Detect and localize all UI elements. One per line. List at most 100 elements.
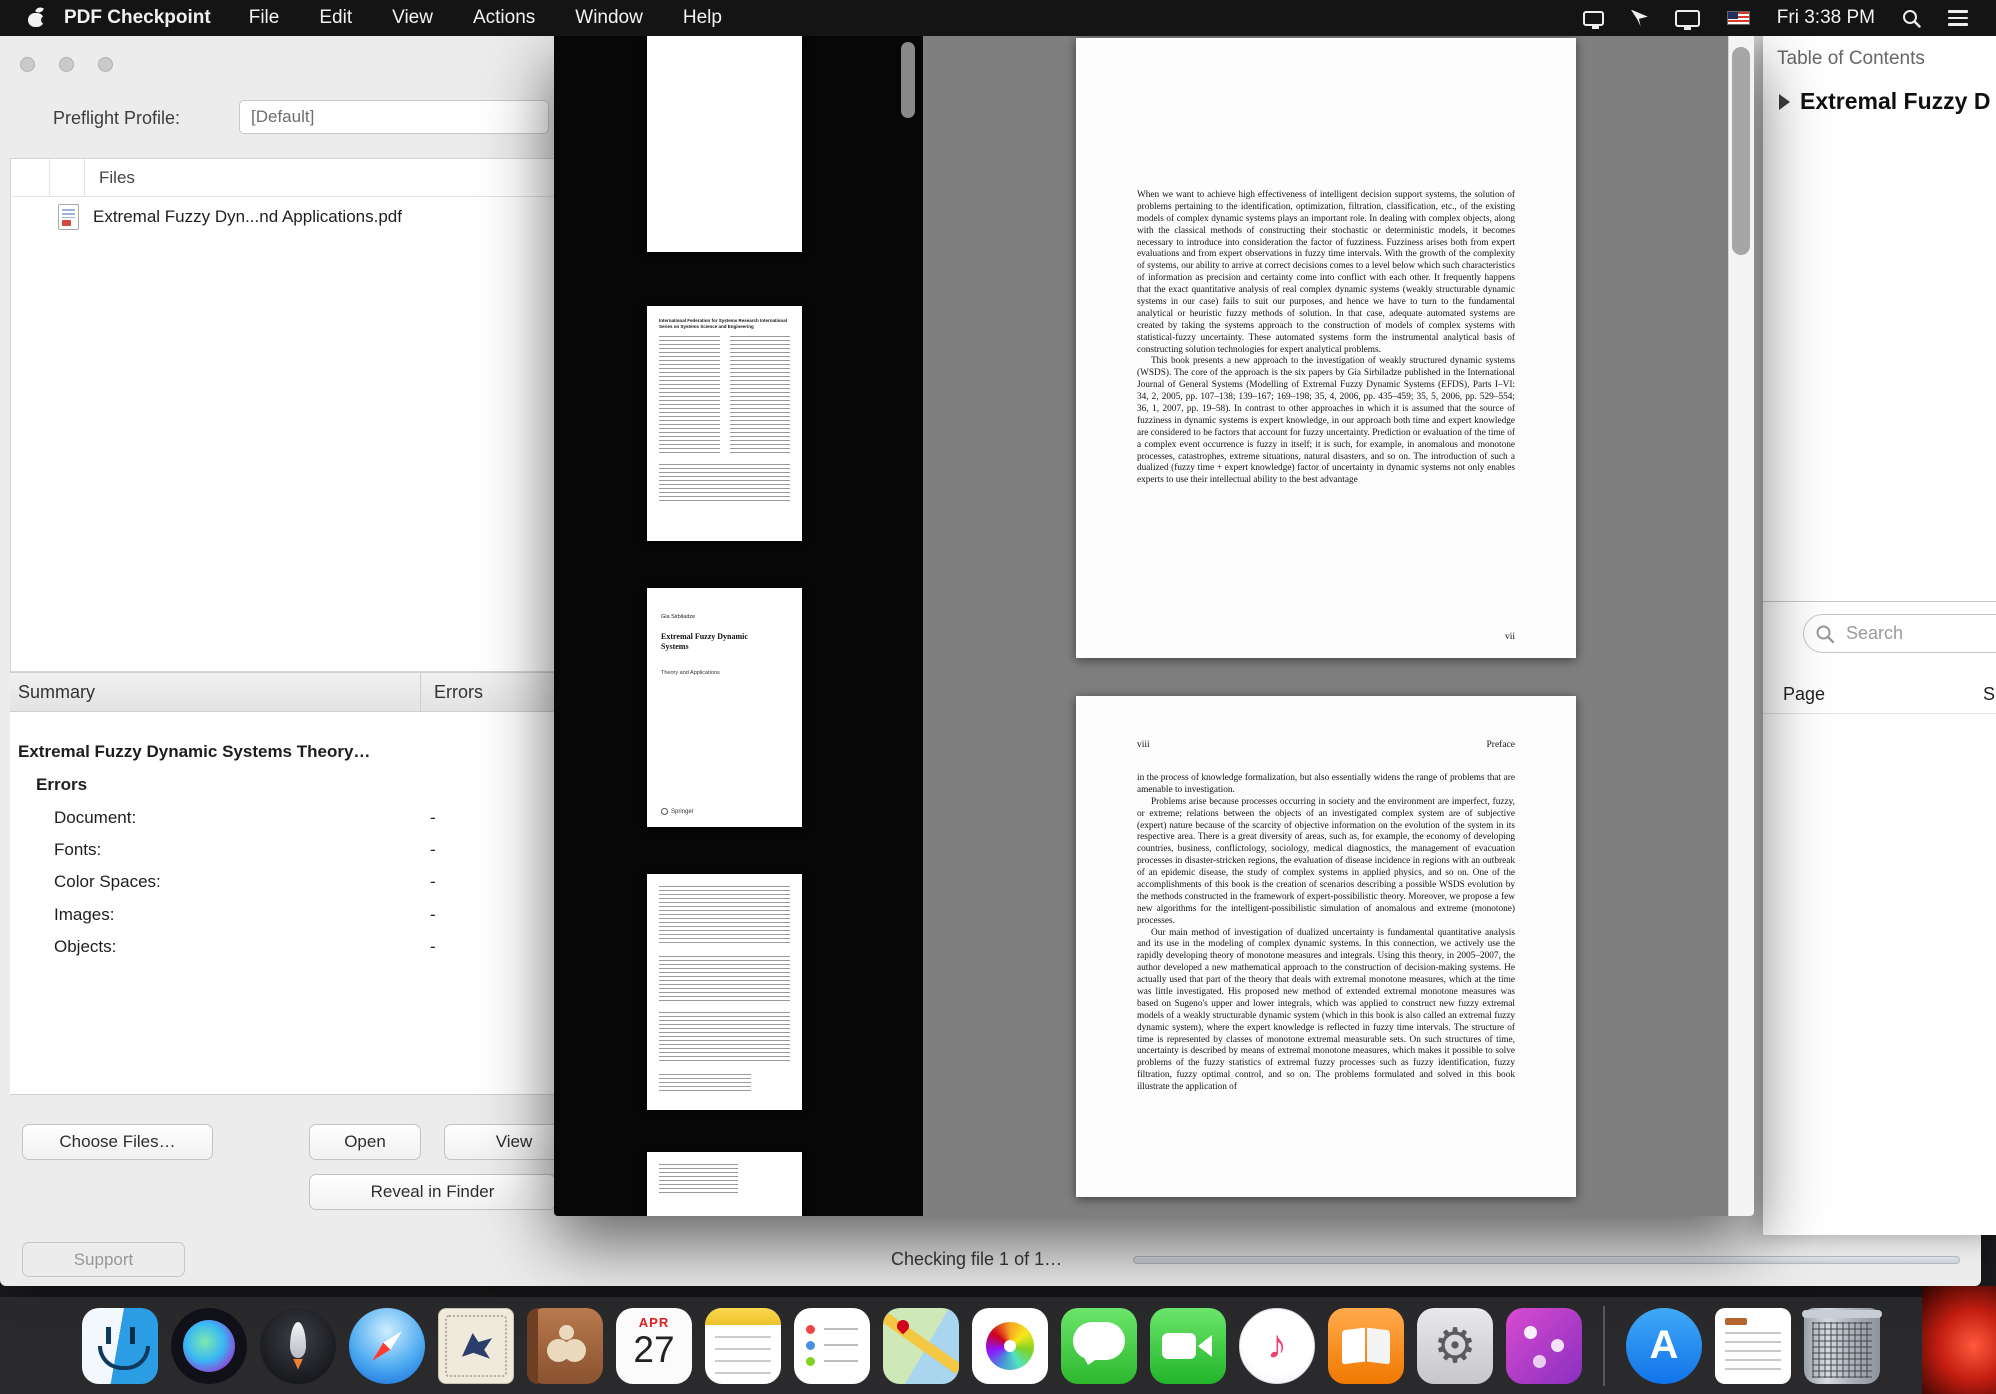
menu-view[interactable]: View <box>372 0 453 36</box>
close-button[interactable] <box>20 57 35 72</box>
error-row-value: - <box>430 937 436 957</box>
menu-app-name[interactable]: PDF Checkpoint <box>46 0 229 36</box>
table-of-contents-panel: Table of Contents Extremal Fuzzy D Page … <box>1763 36 1996 1235</box>
pdf-paragraph: in the process of knowledge formalizatio… <box>1137 773 1515 797</box>
menu-file[interactable]: File <box>229 0 300 36</box>
thumb-subtitle: Theory and Applications <box>661 670 720 676</box>
summary-doc-title: Extremal Fuzzy Dynamic Systems Theory… <box>18 742 370 762</box>
menu-window[interactable]: Window <box>555 0 663 36</box>
pdf-paragraph: Problems arise because processes occurri… <box>1137 797 1515 928</box>
pdf-paragraph: When we want to achieve high effectivene… <box>1137 190 1515 356</box>
files-column-header[interactable]: Files <box>99 159 135 197</box>
pdf-thumbnail-title-page[interactable]: Gia Sirbiladze Extremal Fuzzy Dynamic Sy… <box>647 588 802 827</box>
calendar-dock-icon[interactable]: APR 27 <box>616 1308 692 1384</box>
pdf-file-icon <box>58 204 79 230</box>
section-column-header[interactable]: S <box>1983 674 1995 714</box>
pdf-checkpoint-dock-icon[interactable] <box>1506 1308 1582 1384</box>
thumb-title: Extremal Fuzzy Dynamic Systems <box>661 632 771 652</box>
siri-dock-icon[interactable] <box>171 1308 247 1384</box>
running-head-page-number: viii <box>1137 740 1150 750</box>
publisher-logo-icon <box>661 808 668 815</box>
error-row-label: Images: <box>54 905 114 925</box>
app-store-dock-icon[interactable]: A <box>1626 1308 1702 1384</box>
location-arrow-icon[interactable] <box>1631 10 1648 27</box>
thumb-author: Gia Sirbiladze <box>661 614 695 620</box>
error-row-label: Color Spaces: <box>54 872 161 892</box>
airplay-icon[interactable] <box>1583 11 1604 26</box>
open-button[interactable]: Open <box>309 1124 421 1160</box>
apple-menu-icon[interactable] <box>26 7 46 29</box>
thumbnail-scrollbar[interactable] <box>901 42 915 118</box>
minimize-button[interactable] <box>59 57 74 72</box>
errors-column-header[interactable]: Errors <box>434 673 483 711</box>
error-row-label: Objects: <box>54 937 116 957</box>
app-store-glyph: A <box>1626 1308 1702 1384</box>
toc-item[interactable]: Extremal Fuzzy D <box>1779 88 1990 115</box>
desktop-wallpaper-fragment <box>1922 1286 1996 1394</box>
trash-dock-icon[interactable] <box>1804 1308 1880 1384</box>
calendar-month: APR <box>616 1315 692 1330</box>
menu-help[interactable]: Help <box>663 0 742 36</box>
choose-files-button[interactable]: Choose Files… <box>22 1124 213 1160</box>
spotlight-search-icon[interactable] <box>1902 9 1921 28</box>
photos-dock-icon[interactable] <box>972 1308 1048 1384</box>
thumb-series-line1: International Federation for Systems Res… <box>659 318 790 324</box>
preflight-profile-select[interactable]: [Default] <box>239 100 549 134</box>
notification-center-icon[interactable] <box>1948 6 1968 30</box>
error-row-label: Fonts: <box>54 840 101 860</box>
thumb-series-line2: Series on Systems Science and Engineerin… <box>659 324 790 330</box>
system-preferences-dock-icon[interactable]: ⚙ <box>1417 1308 1493 1384</box>
mail-dock-icon[interactable] <box>438 1308 514 1384</box>
finder-dock-icon[interactable] <box>82 1308 158 1384</box>
pdf-page-vii: When we want to achieve high effectivene… <box>1076 38 1576 658</box>
keyboard-flag-icon[interactable] <box>1727 11 1750 25</box>
divider <box>1763 601 1996 602</box>
pdf-thumbnail-partial[interactable] <box>647 1152 802 1216</box>
menu-bar: PDF Checkpoint File Edit View Actions Wi… <box>0 0 1996 36</box>
facetime-dock-icon[interactable] <box>1150 1308 1226 1384</box>
maps-dock-icon[interactable] <box>883 1308 959 1384</box>
gear-glyph: ⚙ <box>1417 1308 1493 1384</box>
ibooks-dock-icon[interactable] <box>1328 1308 1404 1384</box>
pdf-thumbnail-copyright-page[interactable] <box>647 874 802 1110</box>
pdf-thumbnail-series-page[interactable]: International Federation for Systems Res… <box>647 306 802 541</box>
error-row-value: - <box>430 808 436 828</box>
error-row-value: - <box>430 905 436 925</box>
music-note-glyph: ♪ <box>1240 1309 1314 1383</box>
pdf-page-viii: viii Preface in the process of knowledge… <box>1076 696 1576 1197</box>
itunes-dock-icon[interactable]: ♪ <box>1239 1308 1315 1384</box>
messages-dock-icon[interactable] <box>1061 1308 1137 1384</box>
page-column-header[interactable]: Page <box>1783 674 1825 714</box>
toc-item-label: Extremal Fuzzy D <box>1800 88 1990 115</box>
toc-search-input[interactable] <box>1803 614 1996 653</box>
status-text: Checking file 1 of 1… <box>891 1249 1062 1270</box>
summary-column-header[interactable]: Summary <box>18 673 95 711</box>
support-button[interactable]: Support <box>22 1242 185 1277</box>
safari-dock-icon[interactable] <box>349 1308 425 1384</box>
page-scrollbar-thumb[interactable] <box>1732 47 1750 255</box>
toc-results-header: Page S <box>1763 674 1996 714</box>
menu-actions[interactable]: Actions <box>453 0 555 36</box>
menu-bar-clock[interactable]: Fri 3:38 PM <box>1777 7 1875 29</box>
error-row-label: Document: <box>54 808 136 828</box>
page-scrollbar-track[interactable] <box>1728 36 1754 1216</box>
dock-separator <box>1603 1306 1605 1386</box>
reminders-dock-icon[interactable] <box>794 1308 870 1384</box>
contacts-dock-icon[interactable] <box>527 1308 603 1384</box>
toc-title: Table of Contents <box>1777 48 1925 70</box>
thumb-publisher: Springer <box>671 809 694 815</box>
notes-dock-icon[interactable] <box>705 1308 781 1384</box>
disclosure-triangle-icon[interactable] <box>1779 94 1790 110</box>
pdf-page-text: When we want to achieve high effectivene… <box>1137 190 1515 487</box>
document-app-dock-icon[interactable] <box>1715 1308 1791 1384</box>
pdf-preview-window: International Federation for Systems Res… <box>554 36 1754 1216</box>
window-controls <box>20 57 113 72</box>
display-icon[interactable] <box>1675 10 1700 27</box>
menu-edit[interactable]: Edit <box>299 0 372 36</box>
error-row-value: - <box>430 840 436 860</box>
reveal-in-finder-button[interactable]: Reveal in Finder <box>309 1174 556 1210</box>
pdf-thumbnail-blank[interactable] <box>647 36 802 252</box>
dock: APR 27 ♪ ⚙ A <box>0 1297 1922 1394</box>
zoom-button[interactable] <box>98 57 113 72</box>
launchpad-dock-icon[interactable] <box>260 1308 336 1384</box>
